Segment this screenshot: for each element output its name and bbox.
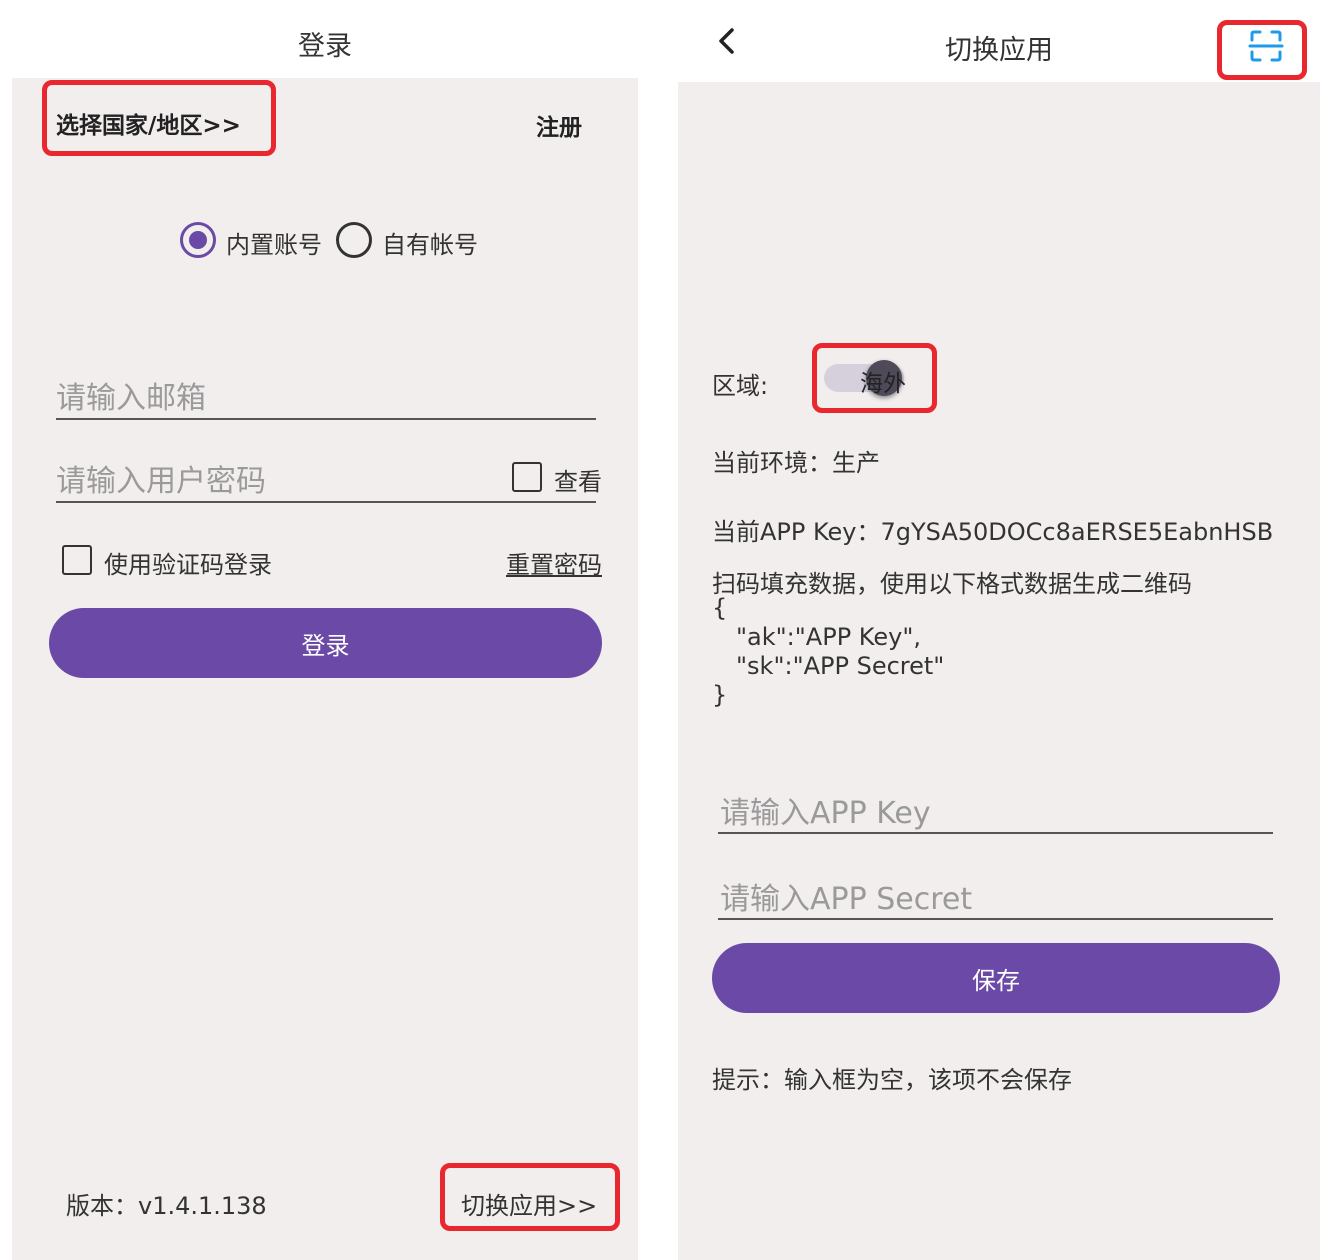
login-header: 登录	[12, 0, 638, 78]
radio-own-account[interactable]	[336, 222, 372, 258]
register-link[interactable]: 注册	[536, 108, 582, 142]
current-env: 当前环境：生产	[712, 449, 880, 477]
switch-app-screen: 切换应用 区域: 海外 当前环境：生产 当前APP Key：7gYSA50DOC…	[678, 0, 1320, 1260]
use-code-label: 使用验证码登录	[104, 551, 272, 579]
app-key-input[interactable]: 请输入APP Key	[720, 788, 931, 832]
json-line: {	[712, 594, 728, 622]
radio-builtin-account[interactable]	[180, 222, 216, 258]
highlight-box	[812, 343, 937, 413]
current-app-key: 当前APP Key：7gYSA50DOCc8aERSE5EabnHSB	[712, 518, 1274, 546]
radio-builtin-label: 内置账号	[226, 231, 322, 259]
email-input[interactable]: 请输入邮箱	[56, 373, 206, 417]
reset-password-link[interactable]: 重置密码	[506, 545, 602, 580]
highlight-box	[440, 1163, 620, 1231]
view-password-label: 查看	[554, 468, 602, 496]
password-input[interactable]: 请输入用户密码	[56, 456, 266, 500]
app-secret-underline	[718, 918, 1273, 920]
json-format-example: { "ak":"APP Key", "sk":"APP Secret" }	[712, 594, 944, 710]
highlight-box	[42, 80, 276, 156]
page-title: 登录	[298, 31, 352, 62]
json-line: }	[712, 681, 728, 709]
login-button[interactable]: 登录	[49, 608, 602, 678]
region-label: 区域:	[712, 372, 769, 400]
highlight-box	[1217, 20, 1307, 80]
view-password-checkbox[interactable]	[512, 462, 542, 492]
radio-dot	[189, 231, 207, 249]
use-code-checkbox[interactable]	[62, 545, 92, 575]
email-underline	[56, 418, 596, 420]
app-key-underline	[718, 832, 1273, 834]
password-underline	[56, 501, 596, 503]
tip-text: 提示：输入框为空，该项不会保存	[712, 1066, 1072, 1094]
login-screen: 登录 选择国家/地区>> 注册 内置账号 自有帐号 请输入邮箱 请输入用户密码 …	[12, 0, 638, 1260]
json-line: "ak":"APP Key",	[736, 623, 921, 651]
radio-own-label: 自有帐号	[382, 231, 478, 259]
json-line: "sk":"APP Secret"	[736, 652, 945, 680]
version-text: 版本：v1.4.1.138	[66, 1192, 267, 1220]
save-button[interactable]: 保存	[712, 943, 1280, 1013]
app-secret-input[interactable]: 请输入APP Secret	[720, 874, 972, 918]
